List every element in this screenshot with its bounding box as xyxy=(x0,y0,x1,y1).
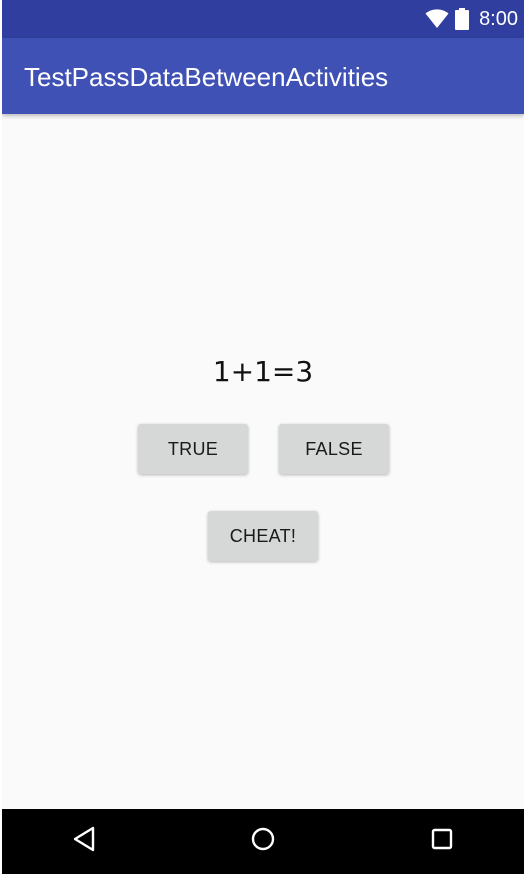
status-time: 8:00 xyxy=(479,7,518,30)
back-button[interactable] xyxy=(44,809,124,874)
battery-icon xyxy=(455,8,470,30)
main-content: 1+1=3 TRUE FALSE CHEAT! xyxy=(2,114,524,809)
home-icon xyxy=(250,826,276,857)
app-title: TestPassDataBetweenActivities xyxy=(24,62,389,92)
back-icon xyxy=(71,825,97,858)
home-button[interactable] xyxy=(223,809,303,874)
false-button[interactable]: FALSE xyxy=(279,424,389,474)
status-bar: 8:00 xyxy=(2,0,524,38)
status-icons: 8:00 xyxy=(425,0,518,38)
phone-screen: 8:00 TestPassDataBetweenActivities 1+1=3… xyxy=(2,0,524,874)
app-bar: TestPassDataBetweenActivities xyxy=(2,38,524,114)
true-button[interactable]: TRUE xyxy=(138,424,248,474)
cheat-button[interactable]: CHEAT! xyxy=(208,511,318,561)
recents-icon xyxy=(430,827,454,856)
question-text: 1+1=3 xyxy=(212,355,314,388)
wifi-icon xyxy=(425,9,449,29)
recents-button[interactable] xyxy=(402,809,482,874)
navigation-bar xyxy=(2,809,524,874)
